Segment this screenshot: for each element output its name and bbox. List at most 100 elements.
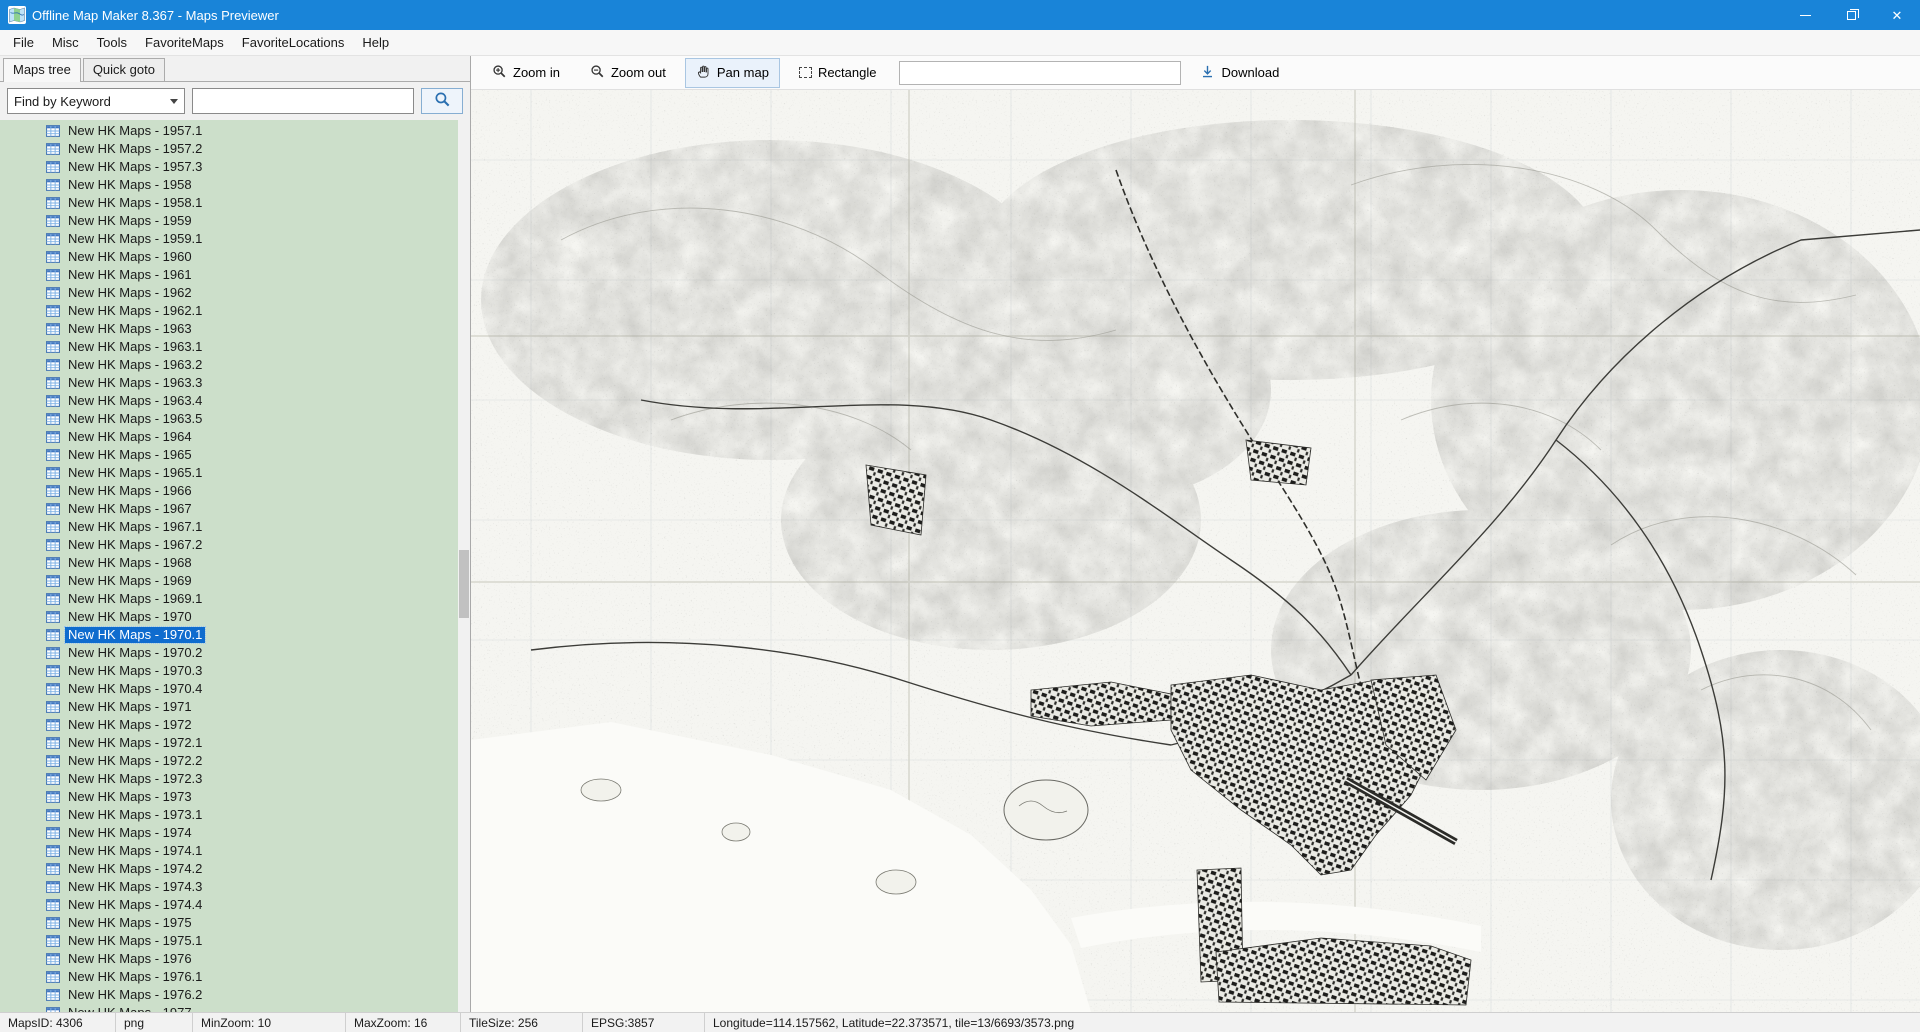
tree-item[interactable]: New HK Maps - 1963.2	[46, 356, 470, 374]
tree-item-label: New HK Maps - 1967.2	[65, 537, 205, 553]
map-file-icon	[46, 484, 60, 498]
map-file-icon	[46, 790, 60, 804]
tree-item[interactable]: New HK Maps - 1963.5	[46, 410, 470, 428]
tree-item[interactable]: New HK Maps - 1967	[46, 500, 470, 518]
tree-item[interactable]: New HK Maps - 1963.4	[46, 392, 470, 410]
tree-item-label: New HK Maps - 1975.1	[65, 933, 205, 949]
search-button[interactable]	[421, 88, 463, 114]
keyword-input[interactable]	[192, 88, 414, 114]
tree-item[interactable]: New HK Maps - 1972.1	[46, 734, 470, 752]
menu-item-help[interactable]: Help	[353, 31, 398, 54]
tree-item[interactable]: New HK Maps - 1970.2	[46, 644, 470, 662]
tree-item[interactable]: New HK Maps - 1965.1	[46, 464, 470, 482]
menu-item-misc[interactable]: Misc	[43, 31, 88, 54]
minimize-button[interactable]	[1782, 0, 1828, 30]
tree-item[interactable]: New HK Maps - 1968	[46, 554, 470, 572]
tree-item[interactable]: New HK Maps - 1964	[46, 428, 470, 446]
maximize-button[interactable]	[1828, 0, 1874, 30]
tree-item[interactable]: New HK Maps - 1970	[46, 608, 470, 626]
tab-quick-goto[interactable]: Quick goto	[83, 58, 165, 81]
window-titlebar: Offline Map Maker 8.367 - Maps Previewer…	[0, 0, 1920, 30]
map-file-icon	[46, 178, 60, 192]
tree-item[interactable]: New HK Maps - 1976	[46, 950, 470, 968]
tree-item[interactable]: New HK Maps - 1974.1	[46, 842, 470, 860]
tree-item[interactable]: New HK Maps - 1963.3	[46, 374, 470, 392]
tree-item[interactable]: New HK Maps - 1963.1	[46, 338, 470, 356]
map-file-icon	[46, 304, 60, 318]
tree-item-label: New HK Maps - 1965.1	[65, 465, 205, 481]
tree-item[interactable]: New HK Maps - 1961	[46, 266, 470, 284]
menu-item-favoritelocations[interactable]: FavoriteLocations	[233, 31, 354, 54]
download-button[interactable]: Download	[1189, 58, 1290, 88]
tree-item[interactable]: New HK Maps - 1958	[46, 176, 470, 194]
tree-item[interactable]: New HK Maps - 1974.4	[46, 896, 470, 914]
tree-item-label: New HK Maps - 1958.1	[65, 195, 205, 211]
tree-scrollbar[interactable]	[458, 120, 470, 1012]
tree-item-label: New HK Maps - 1973	[65, 789, 195, 805]
find-mode-dropdown[interactable]: Find by Keyword	[7, 88, 185, 114]
tree-item[interactable]: New HK Maps - 1976.2	[46, 986, 470, 1004]
tree-item[interactable]: New HK Maps - 1972.3	[46, 770, 470, 788]
tree-item-label: New HK Maps - 1970.1	[65, 627, 205, 643]
status-max-zoom: MaxZoom: 16	[346, 1013, 461, 1032]
menu-item-favoritemaps[interactable]: FavoriteMaps	[136, 31, 233, 54]
menu-item-tools[interactable]: Tools	[88, 31, 136, 54]
tree-item[interactable]: New HK Maps - 1966	[46, 482, 470, 500]
toolbar-input[interactable]	[899, 61, 1181, 85]
tree-item[interactable]: New HK Maps - 1971	[46, 698, 470, 716]
status-format: png	[116, 1013, 193, 1032]
zoom-out-button[interactable]: Zoom out	[579, 58, 677, 88]
tree-item[interactable]: New HK Maps - 1957.2	[46, 140, 470, 158]
tree-item[interactable]: New HK Maps - 1969.1	[46, 590, 470, 608]
tree-item[interactable]: New HK Maps - 1975.1	[46, 932, 470, 950]
map-canvas[interactable]	[471, 90, 1920, 1012]
map-panel: Zoom in Zoom out Pan map	[471, 56, 1920, 1012]
zoom-out-icon	[590, 64, 605, 82]
zoom-in-button[interactable]: Zoom in	[481, 58, 571, 88]
tree-item[interactable]: New HK Maps - 1974	[46, 824, 470, 842]
tree-scrollbar-thumb[interactable]	[459, 550, 469, 618]
status-epsg: EPSG:3857	[583, 1013, 705, 1032]
tree-item[interactable]: New HK Maps - 1959.1	[46, 230, 470, 248]
tree-item[interactable]: New HK Maps - 1967.2	[46, 536, 470, 554]
map-file-icon	[46, 214, 60, 228]
tree-item[interactable]: New HK Maps - 1960	[46, 248, 470, 266]
tree-item[interactable]: New HK Maps - 1974.3	[46, 878, 470, 896]
tree-item[interactable]: New HK Maps - 1972.2	[46, 752, 470, 770]
tree-item[interactable]: New HK Maps - 1977	[46, 1004, 470, 1012]
tree-item[interactable]: New HK Maps - 1962	[46, 284, 470, 302]
pan-map-button[interactable]: Pan map	[685, 58, 780, 88]
tab-maps-tree[interactable]: Maps tree	[3, 58, 81, 82]
tree-item-label: New HK Maps - 1968	[65, 555, 195, 571]
tree-item[interactable]: New HK Maps - 1974.2	[46, 860, 470, 878]
tree-item[interactable]: New HK Maps - 1976.1	[46, 968, 470, 986]
rectangle-label: Rectangle	[818, 65, 877, 80]
map-file-icon	[46, 322, 60, 336]
map-file-icon	[46, 682, 60, 696]
tree-item[interactable]: New HK Maps - 1970.4	[46, 680, 470, 698]
tree-item-label: New HK Maps - 1966	[65, 483, 195, 499]
close-icon: ✕	[1892, 9, 1903, 22]
rectangle-button[interactable]: Rectangle	[788, 59, 888, 86]
tree-item[interactable]: New HK Maps - 1965	[46, 446, 470, 464]
close-button[interactable]: ✕	[1874, 0, 1920, 30]
tree-item[interactable]: New HK Maps - 1957.1	[46, 122, 470, 140]
tree-item[interactable]: New HK Maps - 1962.1	[46, 302, 470, 320]
search-icon	[434, 91, 451, 111]
tree-item[interactable]: New HK Maps - 1967.1	[46, 518, 470, 536]
tree-item[interactable]: New HK Maps - 1973	[46, 788, 470, 806]
map-file-icon	[46, 970, 60, 984]
menu-item-file[interactable]: File	[4, 31, 43, 54]
status-maps-id: MapsID: 4306	[0, 1013, 116, 1032]
tree-item[interactable]: New HK Maps - 1957.3	[46, 158, 470, 176]
tree-item[interactable]: New HK Maps - 1975	[46, 914, 470, 932]
tree-item[interactable]: New HK Maps - 1972	[46, 716, 470, 734]
tree-item[interactable]: New HK Maps - 1973.1	[46, 806, 470, 824]
tree-item[interactable]: New HK Maps - 1963	[46, 320, 470, 338]
tree-item-label: New HK Maps - 1970.2	[65, 645, 205, 661]
tree-item[interactable]: New HK Maps - 1969	[46, 572, 470, 590]
tree-item[interactable]: New HK Maps - 1970.1	[46, 626, 470, 644]
tree-item[interactable]: New HK Maps - 1959	[46, 212, 470, 230]
tree-item[interactable]: New HK Maps - 1958.1	[46, 194, 470, 212]
tree-item[interactable]: New HK Maps - 1970.3	[46, 662, 470, 680]
